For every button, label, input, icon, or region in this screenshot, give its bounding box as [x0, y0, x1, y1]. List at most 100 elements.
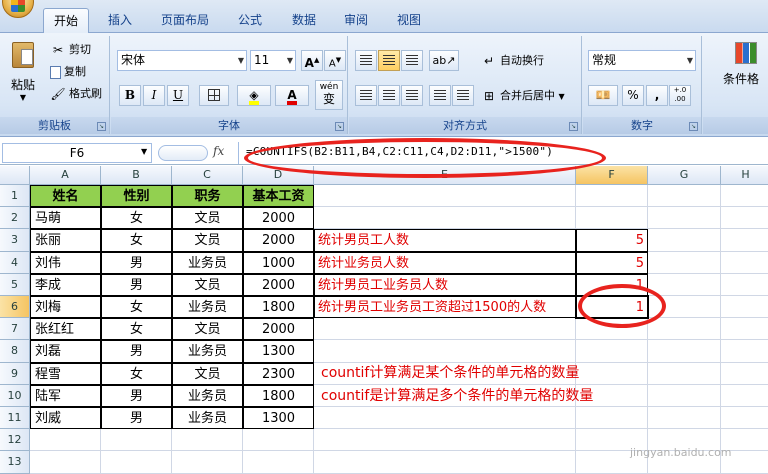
grid-cell[interactable] — [648, 229, 721, 252]
conditional-format-button[interactable]: 条件格 — [723, 42, 768, 102]
table-cell[interactable]: 文员 — [172, 362, 243, 385]
grid-cell[interactable] — [721, 252, 768, 274]
table-cell[interactable]: 男 — [101, 251, 172, 274]
grid-cell[interactable] — [314, 407, 576, 430]
grid-cell[interactable] — [576, 318, 648, 341]
stat-value-cell[interactable]: 5 — [576, 251, 648, 274]
wrap-text-button[interactable]: ↵ 自动换行 — [481, 51, 544, 71]
grow-font-button[interactable]: A▲ — [301, 50, 323, 71]
dialog-launcher-icon[interactable]: ↘ — [335, 122, 344, 131]
grid-cell[interactable] — [101, 429, 172, 452]
row-header-10[interactable]: 10 — [0, 384, 30, 407]
table-cell[interactable]: 业务员 — [172, 296, 243, 319]
grid-cell[interactable] — [721, 363, 768, 385]
column-header-g[interactable]: G — [648, 166, 721, 185]
column-header-c[interactable]: C — [172, 166, 243, 185]
grid-cell[interactable] — [314, 207, 576, 230]
stat-value-cell[interactable]: 1 — [576, 296, 648, 319]
table-cell[interactable]: 程雪 — [30, 362, 101, 385]
grid-cell[interactable] — [576, 340, 648, 363]
tab-home[interactable]: 开始 — [43, 8, 89, 33]
column-header-h[interactable]: H — [721, 166, 768, 185]
cut-button[interactable]: ✂ 剪切 — [50, 40, 91, 60]
table-cell[interactable]: 业务员 — [172, 384, 243, 407]
grid-cell[interactable] — [648, 340, 721, 363]
tab-data[interactable]: 数据 — [282, 8, 326, 33]
tab-view[interactable]: 视图 — [387, 8, 431, 33]
table-cell[interactable]: 男 — [101, 273, 172, 296]
paste-button[interactable]: 粘贴 ▼ — [6, 40, 40, 106]
bold-button[interactable]: B — [119, 85, 141, 106]
table-header-cell[interactable]: 职务 — [172, 185, 243, 208]
align-left-button[interactable] — [355, 85, 377, 106]
grid-cell[interactable] — [721, 185, 768, 208]
row-header-6[interactable]: 6 — [0, 296, 30, 319]
row-header-12[interactable]: 12 — [0, 429, 30, 452]
tab-review[interactable]: 审阅 — [334, 8, 378, 33]
table-cell[interactable]: 2300 — [243, 362, 314, 385]
tab-formulas[interactable]: 公式 — [228, 8, 272, 33]
row-header-2[interactable]: 2 — [0, 207, 30, 230]
row-header-11[interactable]: 11 — [0, 407, 30, 430]
copy-button[interactable]: 复制 — [50, 62, 86, 82]
table-header-cell[interactable]: 姓名 — [30, 185, 101, 208]
grid-cell[interactable] — [30, 451, 101, 474]
comma-button[interactable]: , — [646, 85, 668, 106]
grid-cell[interactable] — [648, 362, 721, 385]
phonetic-button[interactable]: wén 变 — [315, 80, 343, 110]
row-header-9[interactable]: 9 — [0, 362, 30, 385]
grid-cell[interactable] — [314, 429, 576, 452]
grid-cell[interactable] — [314, 185, 576, 208]
grid-cell[interactable] — [721, 207, 768, 230]
table-cell[interactable]: 女 — [101, 318, 172, 341]
table-header-cell[interactable]: 基本工资 — [243, 185, 314, 208]
table-cell[interactable]: 马萌 — [30, 207, 101, 230]
row-header-5[interactable]: 5 — [0, 273, 30, 296]
formula-splitter[interactable] — [158, 145, 208, 161]
table-cell[interactable]: 1300 — [243, 407, 314, 430]
italic-button[interactable]: I — [143, 85, 165, 106]
font-name-select[interactable]: 宋体 ▼ — [117, 50, 247, 71]
underline-button[interactable]: U — [167, 85, 189, 106]
merge-center-button[interactable]: ⊞ 合并后居中 ▼ — [481, 86, 565, 106]
chevron-down-icon[interactable]: ▼ — [141, 147, 147, 156]
number-format-select[interactable]: 常规 ▼ — [588, 50, 696, 71]
stat-value-cell[interactable]: 1 — [576, 273, 648, 296]
column-header-e[interactable]: E — [314, 166, 576, 185]
table-cell[interactable]: 刘梅 — [30, 296, 101, 319]
stat-label-cell[interactable]: 统计男员工业务员工资超过1500的人数 — [314, 296, 576, 319]
tab-page-layout[interactable]: 页面布局 — [152, 8, 218, 33]
grid-cell[interactable] — [243, 451, 314, 474]
grid-cell[interactable] — [721, 296, 768, 319]
grid-cell[interactable] — [314, 451, 576, 474]
accounting-format-button[interactable]: 💴 — [588, 85, 618, 106]
table-cell[interactable]: 女 — [101, 229, 172, 252]
table-cell[interactable]: 女 — [101, 296, 172, 319]
align-right-button[interactable] — [401, 85, 423, 106]
grid-cell[interactable] — [721, 274, 768, 296]
grid-cell[interactable] — [648, 296, 721, 319]
table-cell[interactable]: 2000 — [243, 207, 314, 230]
grid-cell[interactable] — [314, 318, 576, 341]
table-cell[interactable]: 张红红 — [30, 318, 101, 341]
grid-cell[interactable] — [243, 429, 314, 452]
align-center-button[interactable] — [378, 85, 400, 106]
table-cell[interactable]: 刘威 — [30, 407, 101, 430]
grid-cell[interactable] — [721, 407, 768, 430]
table-cell[interactable]: 陆军 — [30, 384, 101, 407]
grid-cell[interactable] — [30, 429, 101, 452]
align-bottom-button[interactable] — [401, 50, 423, 71]
grid-cell[interactable] — [721, 385, 768, 407]
table-cell[interactable]: 2000 — [243, 229, 314, 252]
align-middle-button[interactable] — [378, 50, 400, 71]
table-header-cell[interactable]: 性别 — [101, 185, 172, 208]
grid-cell[interactable] — [648, 407, 721, 430]
name-box[interactable]: F6 — [2, 143, 152, 163]
borders-button[interactable] — [199, 85, 229, 106]
table-cell[interactable]: 李成 — [30, 273, 101, 296]
row-header-4[interactable]: 4 — [0, 251, 30, 274]
column-header-a[interactable]: A — [30, 166, 101, 185]
fill-color-button[interactable]: ◈ — [237, 85, 271, 106]
table-cell[interactable]: 业务员 — [172, 340, 243, 363]
grid-cell[interactable] — [576, 407, 648, 430]
